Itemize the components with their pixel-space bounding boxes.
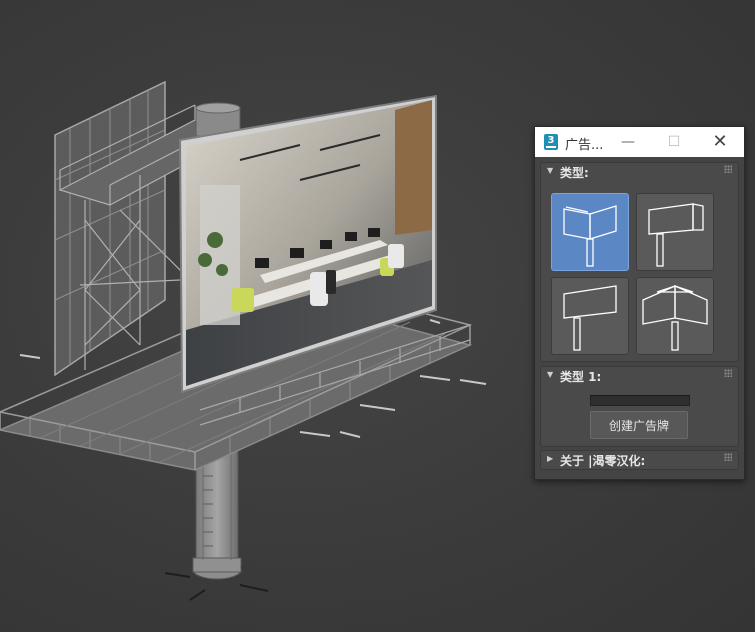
rollout-type-label: 类型: (560, 166, 589, 180)
rollout-type: ▼ 类型: (540, 162, 739, 362)
v-shaped-billboard-icon (642, 285, 708, 351)
expand-arrow-icon: ▶ (547, 454, 554, 463)
maximize-button[interactable]: ☐ (651, 127, 697, 157)
collapse-arrow-icon: ▼ (547, 166, 554, 175)
rollout-type1-header[interactable]: ▼ 类型 1: (541, 367, 738, 385)
window-title: 广告... (565, 138, 604, 153)
create-billboard-button[interactable]: 创建广告牌 (590, 411, 688, 439)
billboard-script-panel[interactable]: 3 广告... — ☐ ✕ ▼ 类型: ▼ 类型 1: 创建广告牌 ▶ 关于 |… (534, 126, 745, 480)
panel-titlebar[interactable]: 3 广告... — ☐ ✕ (535, 127, 744, 157)
back-panel-frame (54, 80, 166, 377)
billboard-type-option-3[interactable] (551, 277, 629, 355)
grip-icon[interactable] (724, 165, 732, 173)
progress-bar (590, 395, 690, 406)
angled-double-billboard-icon (563, 205, 617, 267)
grip-icon[interactable] (724, 453, 732, 461)
billboard-type-option-4[interactable] (636, 277, 714, 355)
grip-icon[interactable] (724, 369, 732, 377)
single-panel-billboard-icon (648, 203, 704, 267)
3ds-max-icon: 3 (544, 134, 558, 150)
flat-billboard-icon (563, 285, 617, 351)
collapse-arrow-icon: ▼ (547, 370, 554, 379)
close-button[interactable]: ✕ (697, 127, 743, 157)
rollout-type1: ▼ 类型 1: 创建广告牌 (540, 366, 739, 447)
rollout-about-label: 关于 |渴零汉化: (560, 454, 646, 468)
billboard-type-option-2[interactable] (636, 193, 714, 271)
rollout-about: ▶ 关于 |渴零汉化: (540, 450, 739, 470)
minimize-button[interactable]: — (605, 127, 651, 157)
rollout-type-header[interactable]: ▼ 类型: (541, 163, 738, 181)
billboard-type-option-1[interactable] (551, 193, 629, 271)
rollout-about-header[interactable]: ▶ 关于 |渴零汉化: (541, 451, 738, 469)
rollout-type1-label: 类型 1: (560, 370, 602, 384)
